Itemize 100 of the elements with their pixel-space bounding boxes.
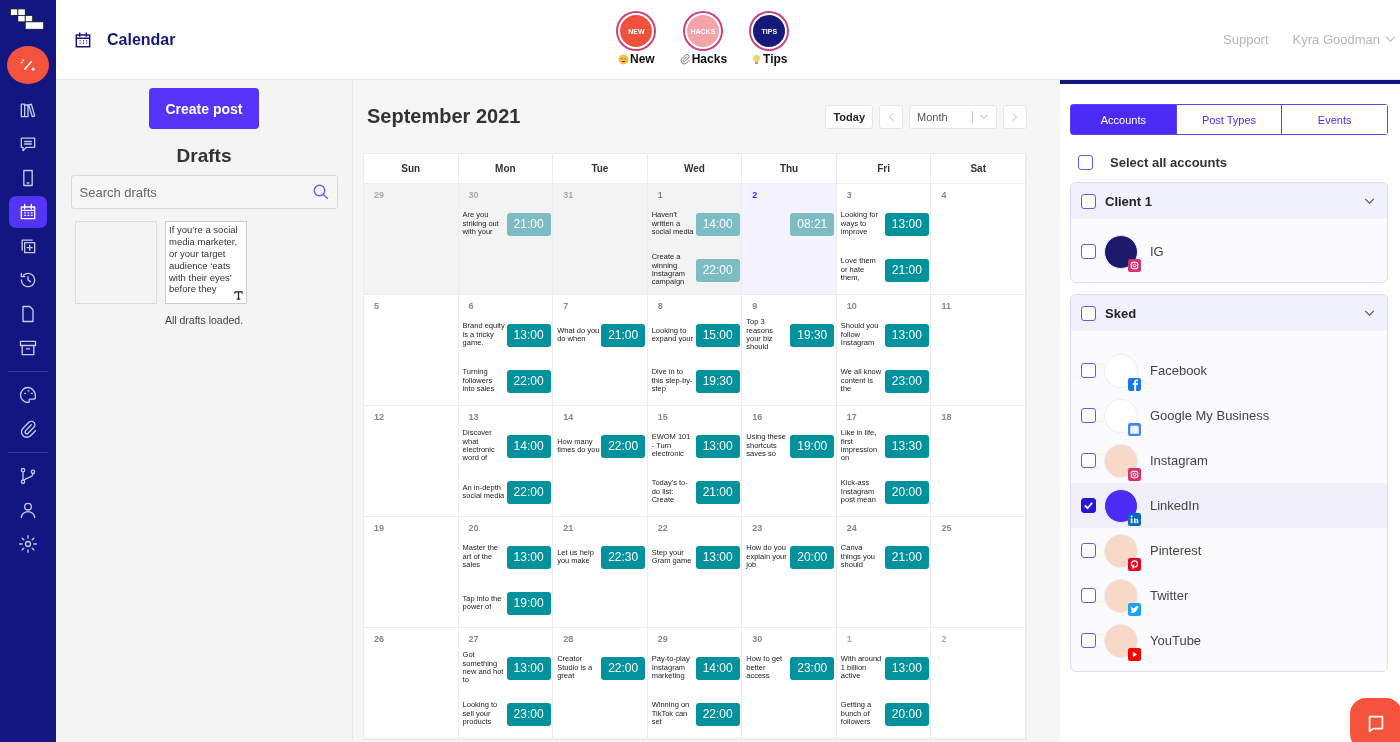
post-time-tag[interactable]: 19:00 [790, 434, 835, 458]
day-number: 30 [467, 190, 480, 200]
day-cell[interactable]: 26 [364, 628, 459, 739]
post-time-tag[interactable]: 13:00 [884, 323, 929, 347]
post-time-tag[interactable]: 23:00 [884, 369, 929, 393]
post-time-tag[interactable]: 21:00 [884, 258, 929, 282]
day-cell[interactable]: 12 [364, 406, 459, 517]
post-time-tag[interactable]: 22:00 [506, 480, 551, 504]
checkbox[interactable] [1081, 543, 1096, 558]
chevron-down-icon [979, 113, 989, 120]
day-number: 27 [467, 634, 480, 644]
draft-card[interactable]: If you’re a social media marketer, or your target audience ‘eats with their eyes’ before they [165, 221, 247, 304]
account-name: Facebook [1150, 363, 1208, 378]
chevron-left-icon [888, 111, 894, 122]
chevron-down-icon[interactable] [1364, 309, 1375, 317]
day-cell[interactable]: 2 08:21 [742, 184, 837, 295]
checkbox[interactable] [1081, 453, 1096, 468]
account-name: Google My Business [1150, 408, 1270, 423]
search-field[interactable]: Search drafts [70, 175, 338, 209]
post-time-tag[interactable]: 22:00 [601, 434, 646, 458]
archive-icon [18, 338, 38, 358]
post-time-tag[interactable]: 13:00 [506, 323, 551, 347]
day-cell[interactable]: 4 [931, 184, 1026, 295]
post-time-tag[interactable]: 20:00 [790, 545, 835, 569]
day-cell[interactable]: 2 [931, 628, 1026, 739]
user-icon [18, 500, 38, 520]
checkbox[interactable] [1081, 633, 1096, 648]
checkbox[interactable] [1078, 155, 1093, 170]
day-cell[interactable]: 31 [553, 184, 648, 295]
day-number: 1 [656, 190, 664, 200]
post-time-tag[interactable]: 23:00 [506, 702, 551, 726]
post-time-tag[interactable]: 13:30 [884, 434, 929, 458]
chevron-down-icon[interactable] [1364, 197, 1375, 205]
tab[interactable]: Accounts [1071, 105, 1176, 134]
day-number: 29 [656, 634, 669, 644]
day-number: 14 [562, 412, 575, 422]
text-type-icon [234, 291, 243, 300]
day-number: 22 [656, 523, 669, 533]
account-name: YouTube [1150, 633, 1202, 648]
calendar-nav-button[interactable] [9, 196, 47, 228]
checkbox[interactable] [1081, 498, 1096, 513]
post-time-tag[interactable]: 20:00 [884, 702, 929, 726]
day-cell[interactable]: 18 [931, 406, 1026, 517]
post-time-tag[interactable]: 23:00 [790, 656, 835, 680]
checkbox[interactable] [1081, 363, 1096, 378]
post-time-tag[interactable]: 19:30 [695, 369, 740, 393]
post-time-tag[interactable]: 21:00 [601, 323, 646, 347]
post-time-tag[interactable]: 22:00 [601, 656, 646, 680]
logo-icon [9, 8, 47, 32]
story-label: New [630, 52, 655, 66]
day-number: 13 [467, 412, 480, 422]
post-time-tag[interactable]: 21:00 [884, 545, 929, 569]
weekday-header: Fri [836, 154, 932, 184]
post-time-tag[interactable]: 13:00 [884, 212, 929, 236]
day-cell[interactable]: 5 [364, 295, 459, 406]
post-time-tag[interactable]: 22:00 [695, 702, 740, 726]
day-number: 9 [751, 301, 759, 311]
post-time-tag[interactable]: 22:00 [695, 258, 740, 282]
compose-button[interactable] [7, 46, 49, 84]
post-time-tag[interactable]: 14:00 [695, 656, 740, 680]
day-number: 23 [751, 523, 764, 533]
share-icon [18, 466, 38, 486]
post-time-tag[interactable]: 20:00 [884, 480, 929, 504]
post-time-tag[interactable]: 14:00 [506, 434, 551, 458]
draft-text: If you’re a social media marketer, or your target audience ‘eats with their eyes’ before they [169, 224, 238, 295]
post-time-tag[interactable]: 14:00 [695, 212, 740, 236]
tab[interactable]: Events [1281, 105, 1387, 134]
create-post-button[interactable]: Create post [149, 88, 259, 129]
support-link[interactable]: Support [1223, 32, 1269, 47]
day-number: 11 [940, 301, 952, 311]
post-time-tag[interactable]: 08:21 [790, 212, 835, 236]
checkbox[interactable] [1081, 408, 1096, 423]
day-number: 30 [751, 634, 764, 644]
day-cell[interactable]: 19 [364, 517, 459, 628]
post-time-tag[interactable]: 13:00 [695, 434, 740, 458]
post-time-tag[interactable]: 21:00 [695, 480, 740, 504]
post-time-tag[interactable]: 15:00 [695, 323, 740, 347]
day-cell[interactable]: 29 [364, 184, 459, 295]
post-time-tag[interactable]: 13:00 [695, 545, 740, 569]
search-icon [311, 183, 330, 201]
post-time-tag[interactable]: 22:00 [506, 369, 551, 393]
day-number: 2 [751, 190, 759, 200]
today-button[interactable]: Today [825, 104, 873, 129]
post-time-tag[interactable]: 22:30 [601, 545, 646, 569]
post-time-tag[interactable]: 21:00 [506, 212, 551, 236]
post-time-tag[interactable]: 13:00 [506, 656, 551, 680]
checkbox[interactable] [1081, 244, 1096, 259]
post-time-tag[interactable]: 19:00 [506, 591, 551, 615]
post-time-tag[interactable]: 19:30 [790, 323, 835, 347]
user-menu[interactable]: Kyra Goodman [1292, 32, 1396, 47]
post-time-tag[interactable]: 13:00 [884, 656, 929, 680]
view-select[interactable]: Month [909, 104, 997, 129]
checkbox[interactable] [1081, 193, 1096, 209]
post-time-tag[interactable]: 13:00 [506, 545, 551, 569]
day-cell[interactable]: 25 [931, 517, 1026, 628]
day-cell[interactable]: 11 [931, 295, 1026, 406]
checkbox[interactable] [1081, 305, 1096, 321]
chat-launcher-button[interactable] [1350, 698, 1400, 742]
checkbox[interactable] [1081, 588, 1096, 603]
group-name: Client 1 [1105, 193, 1153, 209]
